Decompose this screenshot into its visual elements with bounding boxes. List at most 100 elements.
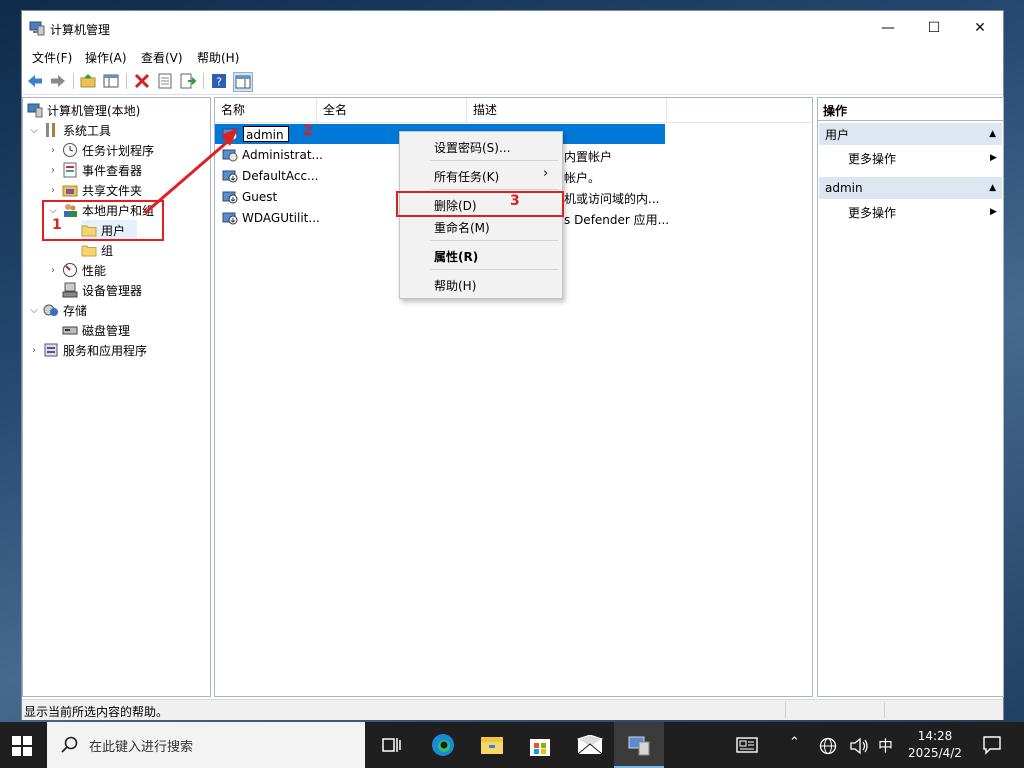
chevron-right-icon[interactable]: › [48,185,58,196]
status-text: 显示当前所选内容的帮助。 [24,705,169,719]
more-actions-admin[interactable]: 更多操作 [848,202,896,222]
menu-help[interactable]: 帮助(H) [197,49,239,66]
edge-icon [432,734,454,756]
chevron-down-icon[interactable]: ⌵ [29,125,39,136]
taskbar-search-box[interactable]: 在此键入进行搜索 [47,722,365,768]
column-fullname[interactable]: 全名 [317,98,467,122]
properties-icon [158,73,172,89]
tree-item-storage[interactable]: ⌵ 存储 [29,300,87,320]
tree-label: 设备管理器 [82,283,143,298]
toolbar: ? [22,68,1003,95]
menu-item-set-password[interactable]: 设置密码(S)... [434,139,510,156]
tree-item-device-manager[interactable]: 设备管理器 [62,280,142,300]
close-button[interactable]: ✕ [957,11,1003,45]
show-hide-tree-button[interactable] [102,72,120,90]
tree-item-services-apps[interactable]: › 服务和应用程序 [29,340,147,360]
column-description[interactable]: 描述 [467,98,667,122]
actions-group-admin[interactable]: admin ▲ [819,177,1002,199]
tree-item-task-scheduler[interactable]: › 任务计划程序 [48,140,154,160]
folder-icon [81,245,97,257]
computer-management-window: 计算机管理 — ☐ ✕ 文件(F) 操作(A) 查看(V) 帮助(H) ? 计算… [21,10,1004,720]
help-button[interactable]: ? [210,72,228,90]
tree-item-root[interactable]: 计算机管理(本地) [27,100,140,120]
show-hidden-icons-chevron-up-icon[interactable]: ⌃ [789,735,800,750]
tree-label: 磁盘管理 [82,323,131,338]
help-icon: ? [212,74,226,89]
chevron-down-icon[interactable]: ⌵ [29,305,39,316]
user-disabled-icon [222,191,238,204]
group-label: 用户 [825,127,850,142]
user-name: Guest [242,190,278,204]
minimize-button[interactable]: — [865,11,911,45]
tree-item-system-tools[interactable]: ⌵ 系统工具 [29,120,111,140]
windows-logo-icon [12,736,32,756]
menu-separator [430,240,558,241]
network-button[interactable] [819,737,837,758]
store-button[interactable] [528,733,552,760]
title-bar[interactable]: 计算机管理 — ☐ ✕ [22,11,1003,45]
menu-item-properties[interactable]: 属性(R) [434,248,478,265]
chevron-right-icon: › [543,166,549,181]
delete-button[interactable] [133,72,151,90]
forward-button[interactable] [49,72,67,90]
menu-item-rename[interactable]: 重命名(M) [434,219,490,236]
more-actions-users[interactable]: 更多操作 [848,148,896,168]
user-disabled-icon [222,212,238,225]
up-level-button[interactable] [79,72,97,90]
menu-item-all-tasks[interactable]: 所有任务(K) [434,168,499,185]
user-name: Administrat... [242,148,323,162]
collapse-up-icon[interactable]: ▲ [989,129,996,139]
menu-file[interactable]: 文件(F) [32,49,72,66]
tree-item-groups[interactable]: 组 [81,240,113,260]
user-icon [222,128,238,141]
menu-action[interactable]: 操作(A) [85,49,127,66]
maximize-button[interactable]: ☐ [911,11,957,45]
start-button[interactable] [12,736,32,759]
tree-label: 组 [101,243,114,258]
back-button[interactable] [26,72,44,90]
chevron-right-icon: ▶ [990,207,997,217]
clock-time: 14:28 [917,729,953,743]
show-action-pane-button[interactable] [233,72,253,92]
actions-group-users[interactable]: 用户 ▲ [819,123,1002,145]
menu-view[interactable]: 查看(V) [141,49,183,66]
forward-arrow-icon [51,75,65,87]
mail-button[interactable] [576,734,604,758]
svg-text:?: ? [216,76,222,89]
rename-input[interactable]: admin [243,126,289,142]
column-name[interactable]: 名称 [215,98,317,122]
collapse-up-icon[interactable]: ▲ [989,183,996,193]
tree-item-event-viewer[interactable]: › 事件查看器 [48,160,142,180]
task-view-button[interactable] [382,736,402,757]
chevron-right-icon[interactable]: › [29,345,39,356]
chevron-right-icon[interactable]: › [48,265,58,276]
news-icon [736,737,758,753]
performance-icon [63,263,77,277]
file-explorer-button[interactable] [480,734,504,759]
event-viewer-icon [63,162,77,178]
user-icon [222,149,238,162]
edge-browser-button[interactable] [431,733,455,760]
up-folder-icon [80,74,96,88]
tree-item-shared-folders[interactable]: › 共享文件夹 [48,180,142,200]
group-label: admin [825,181,863,195]
clock[interactable]: 14:28 2025/4/2 [905,728,965,762]
chevron-right-icon[interactable]: › [48,165,58,176]
menu-bar: 文件(F) 操作(A) 查看(V) 帮助(H) [22,45,1003,67]
volume-button[interactable] [850,737,870,758]
chevron-right-icon[interactable]: › [48,145,58,156]
properties-button[interactable] [156,72,174,90]
close-icon: ✕ [974,20,986,36]
shared-folder-icon [62,185,78,197]
computer-management-taskbar-button[interactable] [614,722,664,768]
tree-item-disk-management[interactable]: 磁盘管理 [62,320,130,340]
input-method-indicator[interactable]: 中 [878,735,893,756]
news-widget-button[interactable] [736,736,758,757]
toolbar-separator [126,73,127,89]
export-list-button[interactable] [179,72,197,90]
tree-label: 服务和应用程序 [63,343,148,358]
menu-item-help[interactable]: 帮助(H) [434,277,476,294]
back-arrow-icon [28,75,42,87]
tree-item-performance[interactable]: › 性能 [48,260,106,280]
notification-center-button[interactable] [982,735,1002,758]
